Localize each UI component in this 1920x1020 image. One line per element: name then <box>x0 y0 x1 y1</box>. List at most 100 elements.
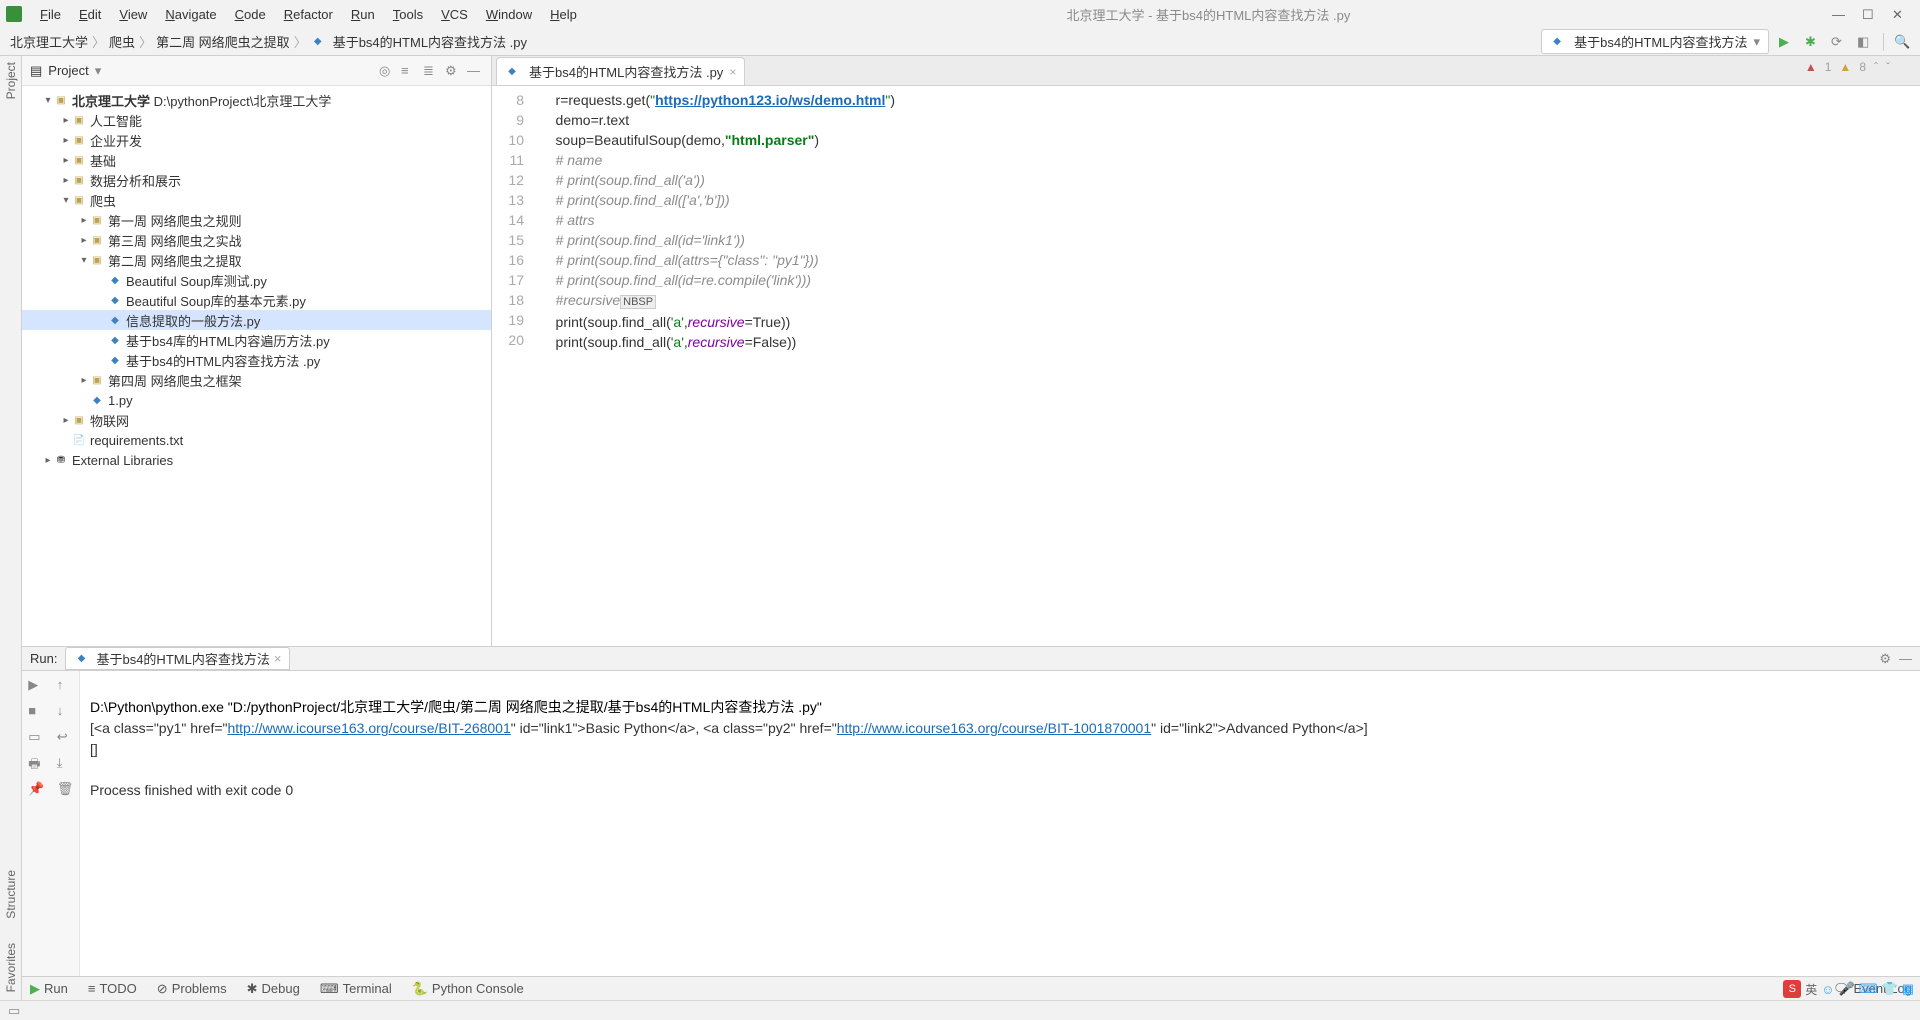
search-icon[interactable]: 🔍 <box>1894 34 1910 50</box>
inspection-widget[interactable]: ▲1 ▲8 ˆ ˇ <box>1805 56 1890 74</box>
tree-item[interactable]: ▸▣物联网 <box>22 410 491 430</box>
tree-item[interactable]: ◆1.py <box>22 390 491 410</box>
bottom-tab-todo[interactable]: ≡TODO <box>88 981 137 996</box>
chevron-down-icon[interactable]: ▾ <box>95 63 102 79</box>
menu-tools[interactable]: Tools <box>385 3 431 26</box>
tree-arrow-icon[interactable]: ▸ <box>78 215 90 226</box>
tree-item[interactable]: ▸⛃External Libraries <box>22 450 491 470</box>
menu-view[interactable]: View <box>111 3 155 26</box>
tree-item[interactable]: ▸▣人工智能 <box>22 110 491 130</box>
tree-item[interactable]: ▾▣第二周 网络爬虫之提取 <box>22 250 491 270</box>
menu-file[interactable]: File <box>32 3 69 26</box>
bottom-tab-terminal[interactable]: ⌨Terminal <box>320 981 392 997</box>
console-output[interactable]: D:\Python\python.exe "D:/pythonProject/北… <box>80 671 1920 976</box>
tree-item[interactable]: ▸▣第四周 网络爬虫之框架 <box>22 370 491 390</box>
project-tree[interactable]: ▾▣北京理工大学 D:\pythonProject\北京理工大学▸▣人工智能▸▣… <box>22 86 491 646</box>
console-link[interactable]: http://www.icourse163.org/course/BIT-100… <box>837 720 1151 736</box>
coverage-icon[interactable]: ⟳ <box>1831 34 1847 50</box>
tree-item[interactable]: ◆Beautiful Soup库测试.py <box>22 270 491 290</box>
target-icon[interactable]: ◎ <box>379 63 395 79</box>
tree-item[interactable]: ◆信息提取的一般方法.py <box>22 310 491 330</box>
tree-item[interactable]: 📄requirements.txt <box>22 430 491 450</box>
maximize-icon[interactable]: ☐ <box>1862 7 1876 21</box>
tree-arrow-icon[interactable]: ▸ <box>78 375 90 386</box>
tree-item[interactable]: ▸▣第一周 网络爬虫之规则 <box>22 210 491 230</box>
tree-item[interactable]: ▸▣数据分析和展示 <box>22 170 491 190</box>
chevron-down-icon[interactable]: ˇ <box>1886 60 1890 74</box>
gear-icon[interactable]: ⚙ <box>1879 651 1891 667</box>
ime-skin-icon[interactable]: 👕 <box>1882 981 1898 997</box>
breadcrumb-item[interactable]: 第二周 网络爬虫之提取 <box>156 32 290 51</box>
debug-icon[interactable]: ✱ <box>1805 34 1821 50</box>
menu-code[interactable]: Code <box>227 3 274 26</box>
tree-arrow-icon[interactable]: ▸ <box>60 155 72 166</box>
tree-item[interactable]: ▾▣爬虫 <box>22 190 491 210</box>
bottom-tab-problems[interactable]: ⊘Problems <box>157 981 227 997</box>
print-icon[interactable]: 🖶 <box>28 755 44 771</box>
up-icon[interactable]: ↑ <box>57 677 73 693</box>
down-icon[interactable]: ↓ <box>57 703 73 719</box>
close-icon[interactable]: × <box>274 651 282 666</box>
tree-arrow-icon[interactable]: ▸ <box>60 115 72 126</box>
tree-item[interactable]: ▸▣第三周 网络爬虫之实战 <box>22 230 491 250</box>
tree-item[interactable]: ▸▣基础 <box>22 150 491 170</box>
ime-settings-icon[interactable]: ▦ <box>1902 981 1914 997</box>
tree-arrow-icon[interactable]: ▸ <box>78 235 90 246</box>
menu-help[interactable]: Help <box>542 3 585 26</box>
chevron-up-icon[interactable]: ˆ <box>1874 60 1878 74</box>
breadcrumb-item[interactable]: 基于bs4的HTML内容查找方法 .py <box>333 32 527 51</box>
tree-arrow-icon[interactable]: ▸ <box>60 175 72 186</box>
sidebar-tab-favorites[interactable]: Favorites <box>4 943 18 992</box>
trash-icon[interactable]: 🗑 <box>57 781 73 797</box>
menu-navigate[interactable]: Navigate <box>157 3 224 26</box>
collapse-icon[interactable]: ≣ <box>423 63 439 79</box>
tree-arrow-icon[interactable]: ▸ <box>42 455 54 466</box>
ime-mic-icon[interactable]: 🎤 <box>1839 981 1855 997</box>
editor[interactable]: 891011121314151617181920 r=requests.get(… <box>492 86 1920 646</box>
pin-icon[interactable]: 📌 <box>28 781 44 797</box>
close-icon[interactable]: ✕ <box>1892 7 1906 21</box>
run-config-selector[interactable]: ◆ 基于bs4的HTML内容查找方法 ▾ <box>1541 29 1769 54</box>
layout-icon[interactable]: ▭ <box>28 729 44 745</box>
ime-emoji-icon[interactable]: ☺ <box>1821 982 1834 997</box>
status-icon[interactable]: ▭ <box>8 1003 20 1019</box>
breadcrumb-item[interactable]: 爬虫 <box>109 32 135 51</box>
run-tab[interactable]: ◆ 基于bs4的HTML内容查找方法 × <box>65 647 290 670</box>
minimize-icon[interactable]: — <box>1832 7 1846 21</box>
menu-refactor[interactable]: Refactor <box>276 3 341 26</box>
console-link[interactable]: http://www.icourse163.org/course/BIT-268… <box>227 720 510 736</box>
run-icon[interactable]: ▶ <box>1779 34 1795 50</box>
menu-edit[interactable]: Edit <box>71 3 109 26</box>
breadcrumb-item[interactable]: 北京理工大学 <box>10 32 88 51</box>
editor-tab[interactable]: ◆ 基于bs4的HTML内容查找方法 .py × <box>496 57 745 85</box>
bottom-tab-debug[interactable]: ✱Debug <box>247 981 300 997</box>
expand-icon[interactable]: ≡ <box>401 63 417 79</box>
tree-item[interactable]: ◆基于bs4的HTML内容查找方法 .py <box>22 350 491 370</box>
profile-icon[interactable]: ◧ <box>1857 34 1873 50</box>
menu-run[interactable]: Run <box>343 3 383 26</box>
ime-keyboard-icon[interactable]: ⌨ <box>1859 981 1878 997</box>
ime-lang[interactable]: 英 <box>1805 981 1817 998</box>
tree-arrow-icon[interactable]: ▾ <box>78 255 90 266</box>
wrap-icon[interactable]: ↩ <box>57 729 73 745</box>
tree-item[interactable]: ◆基于bs4库的HTML内容遍历方法.py <box>22 330 491 350</box>
sidebar-tab-structure[interactable]: Structure <box>4 870 18 919</box>
menu-window[interactable]: Window <box>478 3 540 26</box>
bottom-tab-python-console[interactable]: 🐍Python Console <box>412 981 524 997</box>
scroll-icon[interactable]: ⤓ <box>57 755 73 771</box>
gear-icon[interactable]: ⚙ <box>445 63 461 79</box>
bottom-tab-run[interactable]: ▶Run <box>30 981 68 997</box>
tree-arrow-icon[interactable]: ▾ <box>42 95 54 106</box>
tree-arrow-icon[interactable]: ▸ <box>60 135 72 146</box>
stop-icon[interactable]: ■ <box>28 703 44 719</box>
code-area[interactable]: r=requests.get("https://python123.io/ws/… <box>532 86 1920 646</box>
tree-item[interactable]: ▾▣北京理工大学 D:\pythonProject\北京理工大学 <box>22 90 491 110</box>
sogou-icon[interactable]: S <box>1783 980 1801 998</box>
tree-item[interactable]: ▸▣企业开发 <box>22 130 491 150</box>
rerun-icon[interactable]: ▶ <box>28 677 44 693</box>
hide-icon[interactable]: — <box>467 63 483 79</box>
tree-item[interactable]: ◆Beautiful Soup库的基本元素.py <box>22 290 491 310</box>
close-tab-icon[interactable]: × <box>729 65 736 79</box>
tree-arrow-icon[interactable]: ▸ <box>60 415 72 426</box>
sidebar-tab-project[interactable]: Project <box>4 62 18 99</box>
